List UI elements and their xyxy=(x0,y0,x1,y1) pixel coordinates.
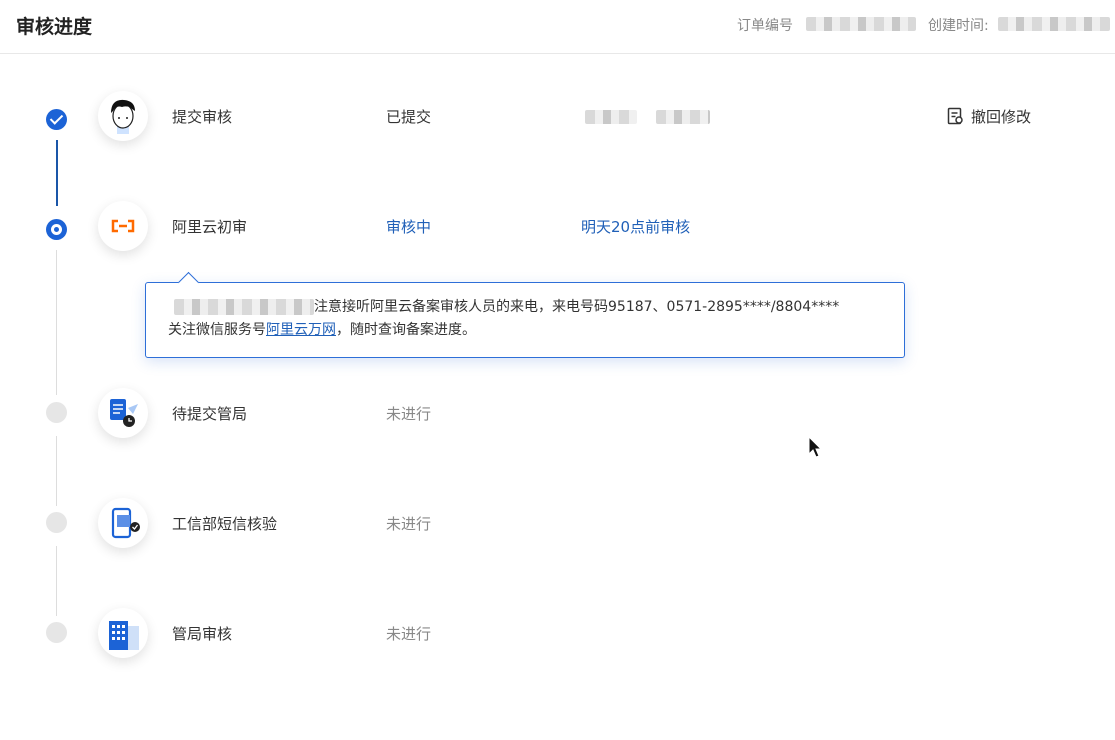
review-tip-popover: 注意接听阿里云备案审核人员的来电，来电号码95187、0571-2895****… xyxy=(145,271,905,358)
step-name: 工信部短信核验 xyxy=(172,515,278,533)
step-status: 未进行 xyxy=(386,515,432,533)
order-number-label: 订单编号 xyxy=(737,18,793,34)
tip-line-2: 关注微信服务号阿里云万网，随时查询备案进度。 xyxy=(168,319,476,342)
step-icon-wrap xyxy=(98,498,148,548)
wechat-account-link[interactable]: 阿里云万网 xyxy=(266,322,336,338)
step-name: 待提交管局 xyxy=(172,405,248,423)
timeline-connector-done xyxy=(56,140,58,206)
tip-line-1: 注意接听阿里云备案审核人员的来电，来电号码95187、0571-2895****… xyxy=(314,299,840,315)
created-time-label: 创建时间: xyxy=(928,18,989,34)
step-icon-wrap xyxy=(98,201,148,251)
review-deadline-note: 明天20点前审核 xyxy=(581,218,691,236)
step-icon-wrap xyxy=(98,91,148,141)
step-pending-icon xyxy=(46,622,67,643)
document-clock-icon xyxy=(110,399,138,427)
timeline-connector xyxy=(56,250,57,395)
user-avatar-icon xyxy=(111,99,135,134)
created-time-redacted xyxy=(998,17,1110,31)
step-status: 已提交 xyxy=(386,108,432,126)
page-header: 审核进度 订单编号 创建时间: xyxy=(0,0,1115,54)
step-name: 阿里云初审 xyxy=(172,218,248,236)
timeline-connector xyxy=(56,546,57,616)
order-number-redacted xyxy=(806,17,916,31)
phone-verify-icon xyxy=(111,507,140,539)
step-pending-icon xyxy=(46,402,67,423)
step-pending-icon xyxy=(46,512,67,533)
page-title: 审核进度 xyxy=(16,16,93,38)
timeline-connector xyxy=(56,436,57,506)
submit-time-redacted xyxy=(585,110,637,124)
aliyun-logo-icon xyxy=(111,219,135,233)
tip-redacted-text xyxy=(174,299,314,315)
step-status: 审核中 xyxy=(386,218,432,236)
popover-arrow xyxy=(177,271,200,294)
tip-line-2-prefix: 关注微信服务号 xyxy=(168,322,266,338)
building-icon xyxy=(109,621,139,650)
step-active-icon xyxy=(46,219,67,240)
revoke-edit-label: 撤回修改 xyxy=(971,108,1032,126)
document-edit-icon xyxy=(947,107,963,125)
step-done-check-icon xyxy=(46,109,67,130)
mouse-cursor-icon xyxy=(808,436,823,458)
tip-line-2-suffix: ，随时查询备案进度。 xyxy=(336,322,476,338)
step-name: 提交审核 xyxy=(172,108,233,126)
revoke-edit-button[interactable]: 撤回修改 xyxy=(946,106,1031,127)
step-icon-wrap xyxy=(98,388,148,438)
step-status: 未进行 xyxy=(386,625,432,643)
step-name: 管局审核 xyxy=(172,625,233,643)
submit-time-redacted xyxy=(656,110,710,124)
step-icon-wrap xyxy=(98,608,148,658)
step-status: 未进行 xyxy=(386,405,432,423)
